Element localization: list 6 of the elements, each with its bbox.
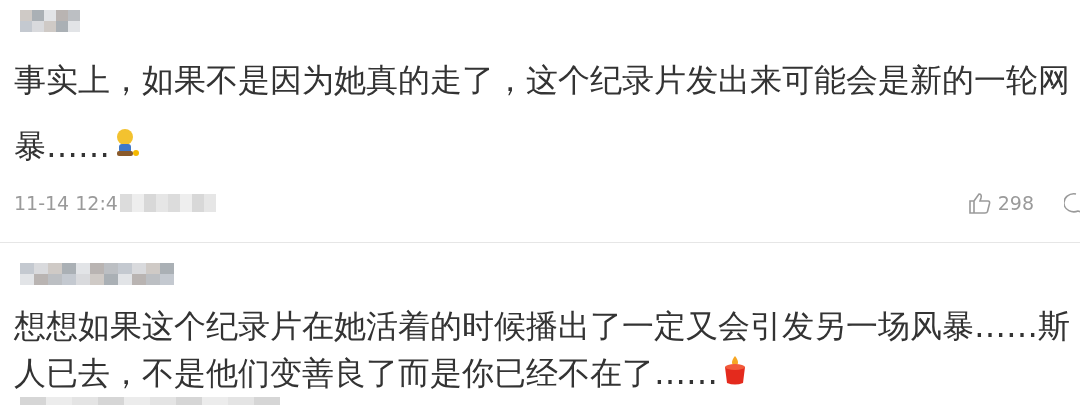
comment-text: 人已去，不是他们变善良了而是你已经不在了…… [14,352,718,394]
like-button[interactable]: 298 [967,192,1034,214]
timestamp: 11-14 12:4 [14,192,118,214]
comment-text: 事实上，如果不是因为她真的走了，这个纪录片发出来可能会是新的一轮网 [14,60,1070,101]
comment-text: 想想如果这个纪录片在她活着的时候播出了一定又会引发另一场风暴……斯 [14,305,1070,347]
comment-text: 暴…… [14,126,110,167]
